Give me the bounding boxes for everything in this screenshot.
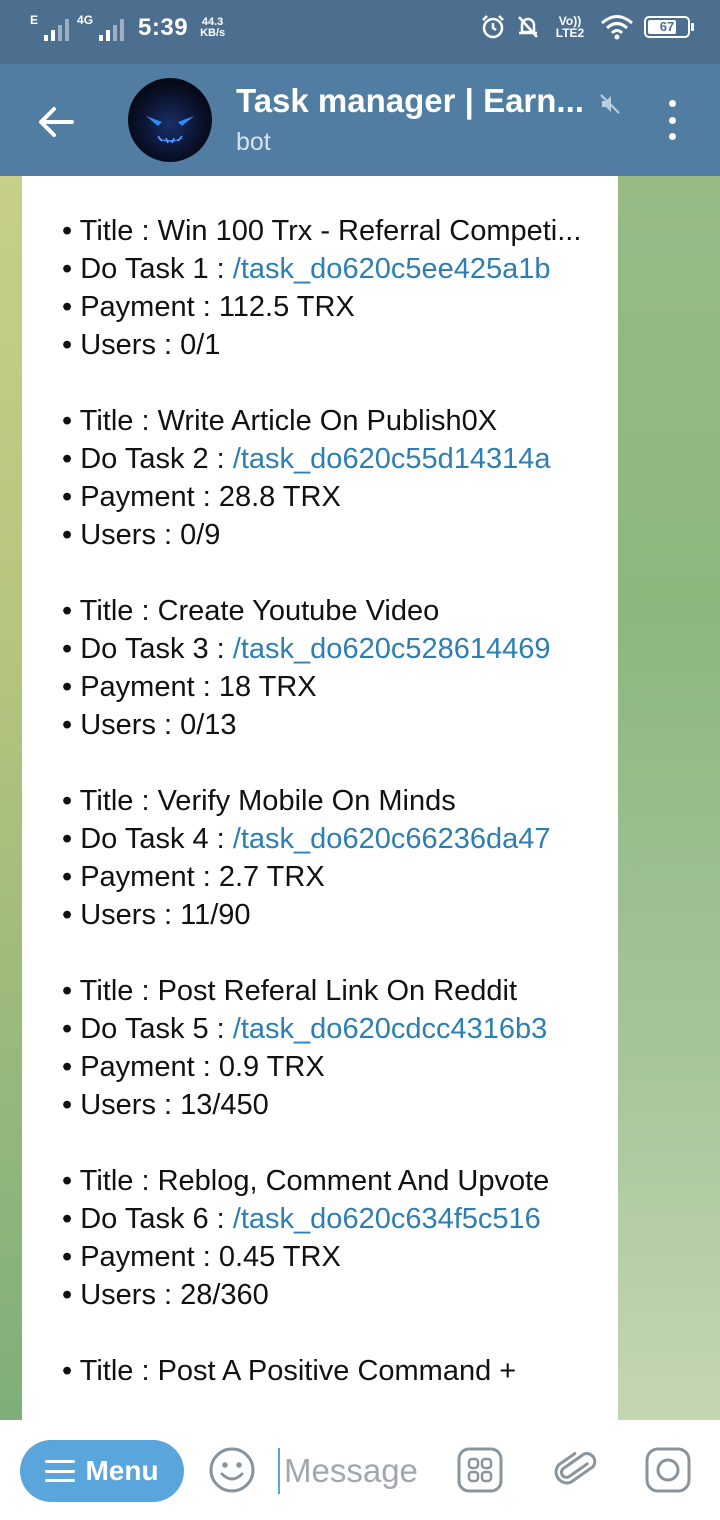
task-entry: • Title : Win 100 Trx - Referral Competi… (62, 212, 592, 364)
net-speed: 44.3 KB/s (200, 17, 225, 39)
task-entry: • Title : Write Article On Publish0X • D… (62, 402, 592, 554)
camera-icon[interactable] (644, 1446, 692, 1494)
task-users: • Users : 0/13 (62, 709, 237, 741)
task-title: • Title : Verify Mobile On Minds (62, 785, 456, 817)
more-options-icon[interactable] (660, 100, 684, 140)
task-entry: • Title : Create Youtube Video • Do Task… (62, 592, 592, 744)
bot-commands-icon[interactable] (456, 1446, 504, 1494)
clock: 5:39 (138, 14, 189, 41)
task-do-label: • Do Task 2 : (62, 443, 233, 475)
emoji-icon[interactable] (208, 1446, 256, 1494)
task-entry: • Title : Verify Mobile On Minds • Do Ta… (62, 782, 592, 934)
menu-button-label: Menu (85, 1455, 159, 1486)
task-do-line: • Do Task 4 : /task_do620c66236da47 (62, 820, 592, 858)
alarm-icon (482, 15, 504, 39)
task-payment: • Payment : 2.7 TRX (62, 861, 325, 893)
task-command-link[interactable]: /task_do620c66236da47 (233, 823, 551, 855)
task-do-label: • Do Task 4 : (62, 823, 233, 855)
chat-subtitle: bot (236, 128, 271, 156)
task-do-line: • Do Task 5 : /task_do620cdcc4316b3 (62, 1010, 592, 1048)
task-entry: • Title : Reblog, Comment And Upvote • D… (62, 1162, 592, 1314)
message-bubble[interactable]: • Title : Win 100 Trx - Referral Competi… (22, 176, 618, 1420)
signal-icon (44, 15, 70, 41)
carrier-label: E (30, 13, 39, 27)
task-command-link[interactable]: /task_do620c528614469 (233, 633, 551, 665)
task-command-link[interactable]: /task_do620cdcc4316b3 (233, 1013, 547, 1045)
task-entry-partial: • Title : Post A Positive Command + (62, 1352, 592, 1390)
task-payment: • Payment : 0.45 TRX (62, 1241, 341, 1273)
battery-icon: 67 (644, 16, 694, 38)
back-arrow-icon[interactable] (34, 100, 78, 144)
task-title: • Title : Create Youtube Video (62, 595, 440, 627)
task-title: • Title : Win 100 Trx - Referral Competi… (62, 215, 582, 247)
volte-label: Vo)) LTE2 (555, 14, 585, 40)
chat-header: Task manager | Earn... bot (0, 64, 720, 176)
task-do-line: • Do Task 1 : /task_do620c5ee425a1b (62, 250, 592, 288)
status-left: E 4G 5:39 44.3 KB/s (30, 13, 225, 42)
task-users: • Users : 0/9 (62, 519, 221, 551)
task-do-label: • Do Task 3 : (62, 633, 233, 665)
task-title: • Title : Post Referal Link On Reddit (62, 975, 518, 1007)
task-payment: • Payment : 28.8 TRX (62, 481, 341, 513)
status-right: Vo)) LTE2 67 (480, 14, 694, 40)
task-do-label: • Do Task 6 : (62, 1203, 233, 1235)
network-label: 4G (77, 13, 94, 27)
task-command-link[interactable]: /task_do620c5ee425a1b (233, 253, 551, 285)
task-users: • Users : 0/1 (62, 329, 221, 361)
task-do-line: • Do Task 2 : /task_do620c55d14314a (62, 440, 592, 478)
menu-icon (45, 1460, 76, 1482)
task-users: • Users : 11/90 (62, 899, 251, 931)
task-users: • Users : 28/360 (62, 1279, 269, 1311)
chat-title[interactable]: Task manager | Earn... (236, 82, 584, 120)
message-input-bar: Menu (0, 1420, 720, 1520)
task-payment: • Payment : 18 TRX (62, 671, 317, 703)
task-title: • Title : Reblog, Comment And Upvote (62, 1165, 550, 1197)
silent-bell-icon (518, 16, 538, 38)
task-do-label: • Do Task 5 : (62, 1013, 233, 1045)
signal-icon-2 (99, 15, 125, 41)
net-speed-unit: KB/s (200, 27, 226, 39)
message-text: • Title : Win 100 Trx - Referral Competi… (62, 212, 592, 1420)
task-title: • Title : Write Article On Publish0X (62, 405, 498, 437)
battery-level: 67 (659, 19, 675, 34)
bot-menu-button[interactable]: Menu (20, 1440, 184, 1502)
task-command-link[interactable]: /task_do620c55d14314a (233, 443, 551, 475)
wifi-icon (601, 15, 633, 40)
attach-icon[interactable] (552, 1446, 600, 1494)
task-title: • Title : Post A Positive Command + (62, 1355, 517, 1387)
task-command-link[interactable]: /task_do620c634f5c516 (233, 1203, 541, 1235)
task-do-label: • Do Task 1 : (62, 253, 233, 285)
task-users: • Users : 13/450 (62, 1089, 269, 1121)
task-payment: • Payment : 0.9 TRX (62, 1051, 325, 1083)
muted-speaker-icon (600, 94, 620, 114)
task-do-line: • Do Task 6 : /task_do620c634f5c516 (62, 1200, 592, 1238)
task-payment: • Payment : 112.5 TRX (62, 291, 355, 323)
chat-area[interactable]: • Title : Win 100 Trx - Referral Competi… (0, 176, 720, 1420)
message-input[interactable] (278, 1448, 446, 1494)
bot-avatar[interactable] (128, 78, 212, 162)
masked-face-icon (146, 116, 194, 144)
status-bar: E 4G 5:39 44.3 KB/s Vo)) LTE2 67 (0, 0, 720, 64)
task-do-line: • Do Task 3 : /task_do620c528614469 (62, 630, 592, 668)
task-entry: • Title : Post Referal Link On Reddit • … (62, 972, 592, 1124)
